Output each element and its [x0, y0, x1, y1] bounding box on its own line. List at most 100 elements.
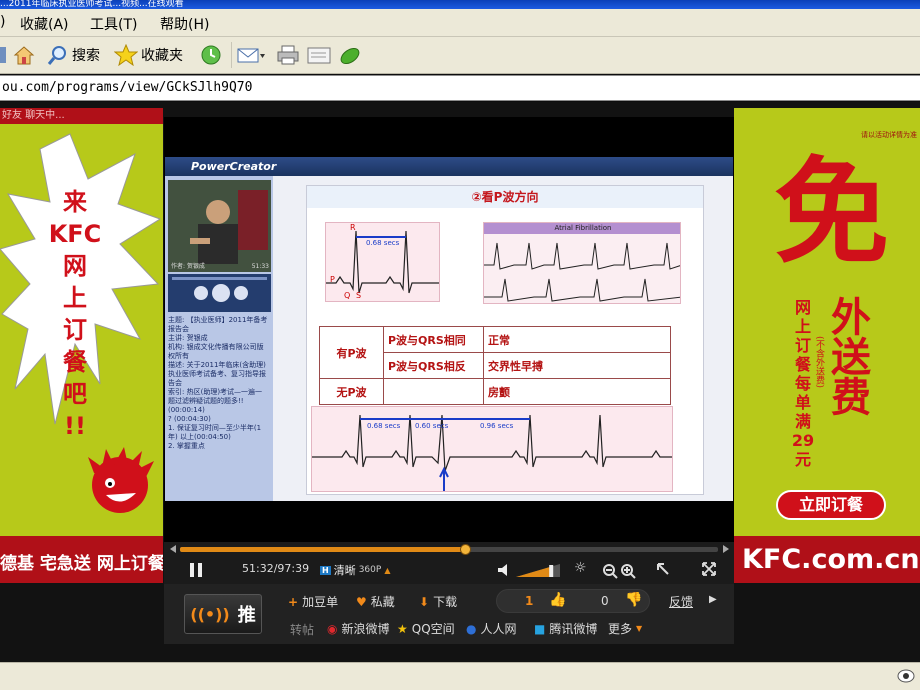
powercreator-header: PowerCreator — [165, 157, 733, 176]
download-label: 下载 — [433, 595, 458, 609]
ecg3-label: 0.68 secs — [367, 422, 401, 430]
dislike-count: 0 — [601, 594, 609, 608]
ad-right-footer-text: KFC.com.cn — [742, 544, 920, 575]
home-button[interactable] — [12, 42, 36, 68]
menu-tools[interactable]: 工具(T) — [90, 14, 137, 34]
address-url[interactable]: ou.com/programs/view/GCkSJlh9Q70 — [2, 80, 252, 95]
plus-icon: + — [288, 594, 299, 609]
share-tencent-label: 腾讯微博 — [549, 622, 598, 636]
info-line[interactable]: 1. 保证复习时间—至少半年(1年) 以上(00:04:50) — [168, 424, 268, 442]
address-bar[interactable]: ou.com/programs/view/GCkSJlh9Q70 — [0, 75, 920, 101]
quality-selector[interactable]: H 清晰 360P ▲ — [320, 561, 390, 579]
video-player[interactable]: PowerCreator 作者: 贺银成 51:33 主题: 【执业医师】201… — [164, 117, 734, 542]
add-douban-button[interactable]: + 加豆单 — [288, 593, 338, 610]
window-title: ...2011年临床执业医师考试...视频...在线观看 — [0, 0, 184, 9]
pause-icon[interactable] — [188, 562, 204, 578]
share-tencent-button[interactable]: ■ 腾讯微博 — [534, 620, 597, 637]
mini-progress[interactable] — [172, 277, 267, 280]
share-qzone-button[interactable]: ★ QQ空间 — [397, 620, 455, 637]
seek-bar[interactable] — [180, 547, 718, 552]
private-button[interactable]: ♥ 私藏 — [356, 593, 395, 610]
download-button[interactable]: ⬇ 下载 — [419, 593, 457, 610]
table-cell: 交界性早搏 — [483, 352, 671, 379]
ad-right-side-char: 满 — [794, 412, 811, 431]
ad-right[interactable]: 请以活动详情为准 免 网 上 订 餐 每 单 满 29 元 (不含外送费) 外送… — [734, 108, 920, 583]
more-label: 更多 — [608, 622, 633, 636]
seek-forward-icon[interactable] — [721, 544, 731, 554]
security-icon[interactable] — [896, 667, 916, 685]
home-icon — [13, 46, 35, 65]
info-line: 机构: 银成文化传播有限公司版权所有 — [168, 343, 264, 360]
mini-stop-button[interactable] — [194, 286, 208, 300]
menu-help[interactable]: 帮助(H) — [160, 14, 209, 34]
mini-play-button[interactable] — [212, 284, 230, 302]
push-button[interactable]: ((•)) 推 — [184, 594, 262, 634]
thumbs-up-icon[interactable]: 👍 — [549, 592, 566, 608]
ad-left-topbar: 好友 聊天中... — [0, 108, 163, 124]
leaf-icon — [340, 47, 360, 65]
popout-icon[interactable] — [656, 562, 670, 576]
chevron-right-icon[interactable]: ▶ — [709, 594, 717, 605]
table-cell: P波与QRS相反 — [383, 352, 484, 379]
window-titlebar: ...2011年临床执业医师考试...视频...在线观看 — [0, 0, 920, 9]
table-cell: 无P波 — [319, 378, 384, 405]
ad-right-note: 请以活动详情为准 — [861, 131, 917, 139]
menu-favorites[interactable]: 收藏(A) — [20, 14, 69, 34]
forward-icon[interactable] — [0, 42, 8, 68]
more-share-button[interactable]: 更多 ▼ — [608, 620, 642, 637]
info-line[interactable]: 2. 掌握重点 — [168, 442, 268, 451]
video-frame: PowerCreator 作者: 贺银成 51:33 主题: 【执业医师】201… — [165, 157, 733, 501]
zoom-out-icon[interactable] — [602, 563, 618, 579]
mascot-icon — [88, 447, 154, 513]
brightness-icon[interactable]: ☼ — [574, 560, 587, 576]
private-label: 私藏 — [370, 595, 395, 609]
mail-icon — [237, 48, 265, 63]
renren-icon: ● — [466, 621, 477, 636]
order-now-button[interactable]: 立即订餐 — [776, 490, 886, 520]
info-line[interactable]: ? (00:04:30) — [168, 415, 268, 424]
history-icon — [201, 45, 221, 65]
ad-left-line: KFC — [48, 220, 102, 248]
messenger-button[interactable] — [338, 42, 362, 68]
search-button[interactable]: 搜索 — [47, 42, 100, 68]
menu-bar: ) 收藏(A) 工具(T) 帮助(H) — [0, 9, 920, 37]
ecg-afib: Atrial Fibrillation — [483, 222, 681, 304]
zoom-in-icon[interactable] — [620, 563, 636, 579]
volume-slider[interactable] — [516, 562, 562, 578]
ad-left[interactable]: 好友 聊天中... 来 KFC 网 上 订 餐 吧 !! 德基 宅急送 网上订餐 — [0, 108, 163, 583]
player-controls: 51:32/97:39 H 清晰 360P ▲ ☼ — [164, 542, 734, 584]
table-cell: 房颤 — [483, 378, 671, 405]
ecg1-mark: P — [330, 275, 335, 284]
heart-icon: ♥ — [356, 594, 367, 609]
print-button[interactable] — [276, 42, 300, 68]
ad-right-bigchar: 免 — [774, 146, 890, 280]
table-cell: 正常 — [483, 326, 671, 353]
chevron-up-icon: ▲ — [384, 565, 391, 575]
mini-pause-button[interactable] — [234, 286, 248, 300]
info-line[interactable]: 索引: 热区(助理)考试—一遍一题过滤辨疑试题的题多!! (00:00:14) — [168, 388, 268, 415]
lecture-sidebar: 作者: 贺银成 51:33 主题: 【执业医师】2011年备考报告会 主讲: 贺… — [165, 176, 273, 501]
lecture-slide: ②看P波方向 0.68 secs R P Q S Atrial Fibrilla… — [306, 185, 704, 495]
thumbs-down-icon[interactable]: 👎 — [625, 592, 642, 608]
ad-left-footer-text: 德基 宅急送 网上订餐 — [0, 554, 163, 574]
mail-button[interactable] — [231, 42, 266, 68]
browser-toolbar: 搜索 收藏夹 — [0, 37, 920, 74]
feedback-link[interactable]: 反馈 — [669, 593, 693, 610]
status-bar — [0, 662, 920, 690]
table-cell: 有P波 — [319, 326, 384, 379]
share-renren-button[interactable]: ● 人人网 — [466, 620, 517, 637]
table-row: 无P波 房颤 — [319, 378, 671, 405]
seek-knob[interactable] — [460, 544, 472, 555]
push-label: 推 — [237, 605, 256, 626]
share-sina-button[interactable]: ◉ 新浪微博 — [327, 620, 390, 637]
mini-controls — [168, 274, 271, 312]
info-line: 主讲: 贺银成 — [168, 334, 208, 342]
edit-button[interactable] — [306, 42, 332, 68]
volume-icon[interactable] — [497, 563, 511, 577]
favorites-button[interactable]: 收藏夹 — [114, 42, 183, 68]
chevron-down-icon: ▼ — [636, 624, 643, 633]
history-button[interactable] — [199, 42, 223, 68]
seek-back-icon[interactable] — [168, 544, 178, 554]
fullscreen-icon[interactable] — [702, 562, 716, 576]
ad-left-headline: 来 KFC 网 上 订 餐 吧 !! — [30, 186, 120, 442]
